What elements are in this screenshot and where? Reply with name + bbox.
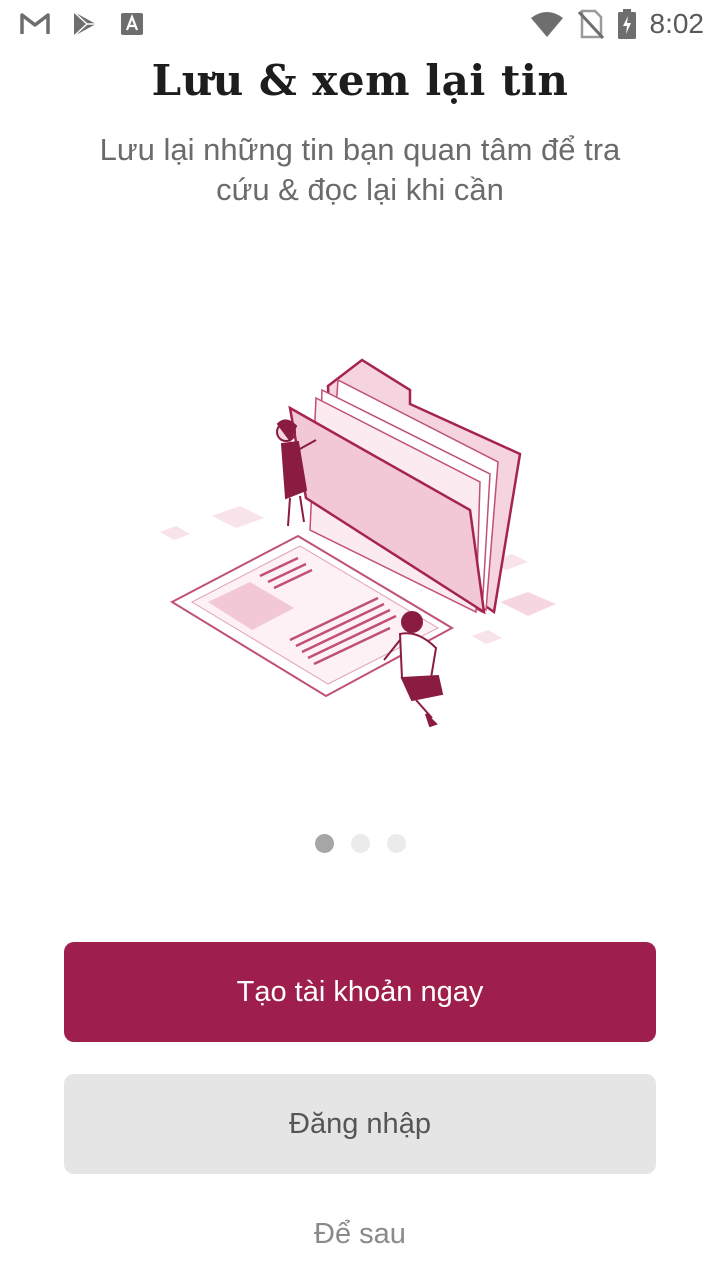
page-dot-3[interactable] [386, 834, 406, 853]
wifi-icon [530, 10, 564, 38]
login-button[interactable]: Đăng nhập [64, 1074, 656, 1174]
clock: 8:02 [649, 8, 705, 39]
page-dot-1[interactable] [314, 834, 334, 853]
page-dot-2[interactable] [350, 834, 370, 853]
page-indicator [0, 834, 720, 853]
notification-icons [20, 10, 144, 38]
page-subtitle: Lưu lại những tin bạn quan tâm để tra cứ… [99, 132, 621, 207]
page-title: Lưu & xem lại tin [151, 56, 569, 105]
keyboard-a-icon [120, 12, 144, 36]
create-account-button[interactable]: Tạo tài khoản ngay [64, 942, 656, 1042]
no-sim-icon [577, 9, 604, 39]
gmail-icon [20, 12, 50, 36]
system-icons: 8:02 [530, 8, 705, 40]
battery-charging-icon [617, 9, 636, 39]
status-bar: 8:02 [0, 0, 720, 48]
later-link[interactable]: Để sau [0, 1218, 720, 1251]
folder-documents-illustration [150, 340, 580, 740]
play-store-icon [72, 10, 98, 38]
